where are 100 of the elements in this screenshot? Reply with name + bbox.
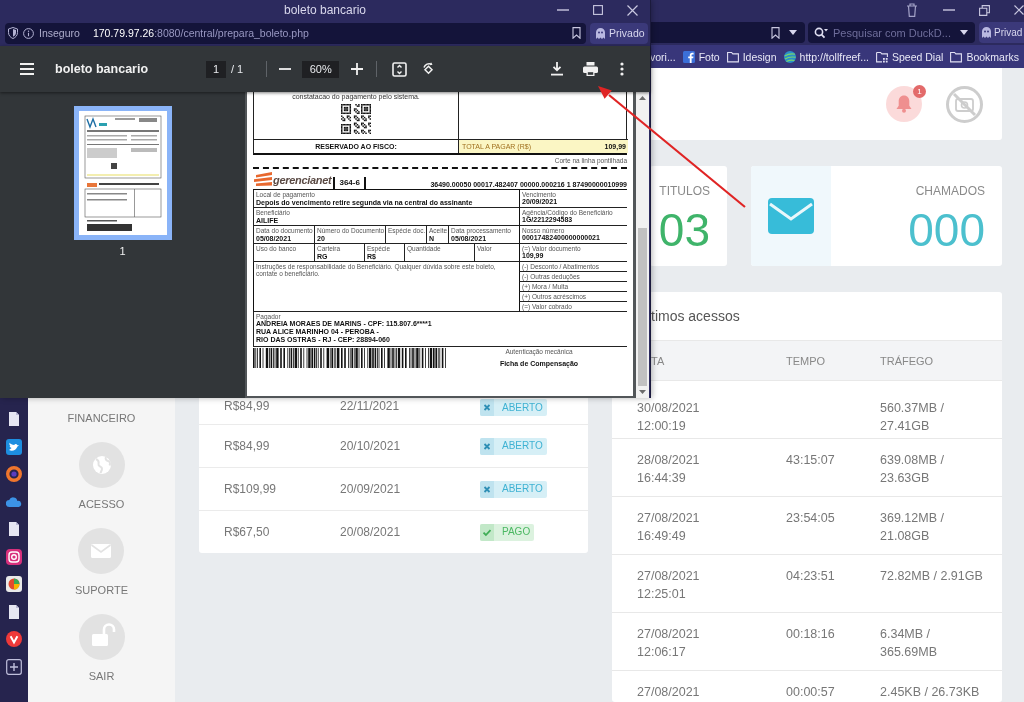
amount-text: R$67,50 bbox=[223, 525, 271, 539]
close-icon bbox=[480, 437, 494, 455]
folder-icon bbox=[950, 50, 963, 63]
document-icon[interactable] bbox=[6, 521, 22, 537]
status-text: ABERTO bbox=[502, 482, 543, 496]
status-text: ABERTO bbox=[502, 439, 543, 453]
caret-icon[interactable] bbox=[789, 30, 797, 35]
bell-icon[interactable] bbox=[886, 86, 922, 122]
unlock-icon bbox=[78, 614, 125, 660]
table-cell-text: 27/08/2021 12:06:17 bbox=[637, 626, 701, 661]
scrollbar[interactable] bbox=[636, 92, 649, 398]
due-date-text: 20/08/2021 bbox=[340, 525, 402, 539]
camera-icon[interactable] bbox=[6, 548, 22, 565]
site-info-button[interactable]: Inseguro bbox=[8, 27, 80, 39]
due-date-text: 20/10/2021 bbox=[340, 439, 402, 453]
table-cell-text: 72.82MB / 2.91GB bbox=[880, 568, 984, 585]
maximize-icon[interactable] bbox=[593, 5, 603, 15]
window-title: boleto bancario bbox=[283, 3, 367, 17]
private-button[interactable]: Privad bbox=[979, 22, 1024, 43]
bookmark-link[interactable]: http://tollfreef... bbox=[783, 50, 869, 63]
ghost-icon bbox=[982, 27, 991, 38]
stat-label: CHAMADOS bbox=[915, 184, 985, 198]
stat-value: 03 bbox=[658, 204, 710, 256]
zoom-in-icon[interactable] bbox=[351, 63, 364, 75]
table-cell-text: 6.34MB / 365.69MB bbox=[880, 626, 938, 661]
app-tile-icon[interactable] bbox=[6, 576, 22, 592]
folder-grid-icon bbox=[876, 50, 888, 63]
stat-label: TITULOS bbox=[659, 184, 710, 198]
folder-icon bbox=[726, 50, 739, 63]
card-title: timos acessos bbox=[650, 307, 741, 326]
ring-icon[interactable] bbox=[6, 466, 22, 482]
amount-text: R$109,99 bbox=[223, 482, 278, 496]
trash-icon[interactable] bbox=[906, 3, 918, 17]
document-icon[interactable] bbox=[6, 411, 22, 427]
document-title: boleto bancario bbox=[55, 62, 149, 76]
download-icon[interactable] bbox=[551, 62, 563, 76]
bank-name: gerencianet bbox=[273, 172, 332, 187]
status-text: ABERTO bbox=[502, 400, 543, 415]
plus-icon[interactable] bbox=[6, 658, 22, 675]
bookmark-icon[interactable] bbox=[771, 26, 780, 39]
bookmark-link[interactable]: vori... bbox=[650, 50, 676, 63]
search-icon[interactable] bbox=[814, 26, 828, 39]
address-field[interactable] bbox=[650, 22, 805, 43]
amount-text: R$84,99 bbox=[223, 399, 271, 413]
close-icon[interactable] bbox=[627, 4, 638, 16]
fit-page-icon[interactable] bbox=[392, 61, 408, 77]
bookmark-link[interactable]: Foto bbox=[682, 50, 720, 63]
bookmark-link[interactable]: Bookmarks bbox=[950, 50, 1019, 63]
scroll-up-icon[interactable] bbox=[639, 96, 646, 100]
page-number: 1 bbox=[119, 245, 126, 257]
search-field[interactable]: Pesquisar com DuckD... bbox=[808, 22, 975, 43]
social-icon bbox=[682, 50, 695, 63]
shield-icon bbox=[8, 27, 18, 39]
table-cell-text: 27/08/2021 12:25:01 bbox=[637, 568, 701, 603]
envelope-icon bbox=[78, 528, 125, 574]
restore-icon[interactable] bbox=[979, 4, 990, 16]
table-cell-text: 27/08/2021 16:49:49 bbox=[637, 510, 701, 545]
bookmark-link[interactable]: Speed Dial bbox=[876, 50, 944, 63]
v-logo-icon[interactable] bbox=[6, 631, 22, 647]
table-cell-text: 369.12MB / 21.08GB bbox=[880, 510, 945, 545]
url-text[interactable]: 170.79.97.26:8080/central/prepara_boleto.php bbox=[92, 27, 309, 39]
nav-link[interactable]: ACESSO bbox=[78, 442, 125, 511]
address-bar[interactable]: Inseguro 170.79.97.26:8080/central/prepara_boleto.php bbox=[5, 22, 586, 44]
info-icon bbox=[23, 27, 34, 39]
nav-link[interactable]: SAIR bbox=[78, 614, 125, 683]
bookmark-icon[interactable] bbox=[572, 27, 581, 39]
stat-value: 000 bbox=[908, 204, 985, 256]
close-icon bbox=[480, 480, 494, 498]
table-cell-text: 560.37MB / 27.41GB bbox=[880, 400, 945, 435]
column-header: TA bbox=[650, 354, 666, 367]
amount-text: R$84,99 bbox=[223, 439, 271, 453]
globe-icon bbox=[783, 50, 796, 63]
page-count: / 1 bbox=[231, 63, 244, 75]
bird-icon[interactable] bbox=[6, 438, 22, 455]
more-icon[interactable] bbox=[620, 62, 624, 76]
print-icon[interactable] bbox=[583, 62, 598, 76]
scroll-down-icon[interactable] bbox=[639, 390, 646, 394]
nav-link[interactable]: SUPORTE bbox=[75, 528, 128, 597]
menu-icon[interactable] bbox=[20, 63, 34, 75]
qr-code bbox=[341, 104, 371, 134]
due-date-text: 20/09/2021 bbox=[340, 482, 402, 496]
notification-badge: 1 bbox=[913, 85, 926, 98]
table-cell: 04:23:51 bbox=[786, 569, 835, 583]
document-icon[interactable] bbox=[6, 603, 22, 620]
scrollbar-thumb[interactable] bbox=[638, 228, 647, 386]
table-cell-text: 30/08/2021 12:00:19 bbox=[637, 400, 701, 435]
table-cell: 00:00:57 bbox=[786, 685, 835, 699]
table-cell-text: 639.08MB / 23.63GB bbox=[880, 452, 945, 487]
nav-link[interactable]: FINANCEIRO bbox=[67, 411, 136, 425]
close-icon[interactable] bbox=[1014, 5, 1024, 15]
caret-icon[interactable] bbox=[960, 30, 968, 35]
bank-code: 364-6 bbox=[333, 176, 366, 189]
private-button[interactable]: Privado bbox=[590, 22, 648, 44]
table-cell-text: 27/08/2021 bbox=[637, 684, 701, 701]
bookmark-link[interactable]: Idesign bbox=[726, 50, 777, 63]
globe-icon bbox=[78, 442, 125, 488]
table-cell: 00:18:16 bbox=[786, 627, 835, 641]
page-number-field[interactable]: 1 bbox=[206, 60, 226, 78]
zoom-field[interactable]: 60% bbox=[302, 60, 340, 78]
column-header: TEMPO bbox=[786, 354, 827, 367]
